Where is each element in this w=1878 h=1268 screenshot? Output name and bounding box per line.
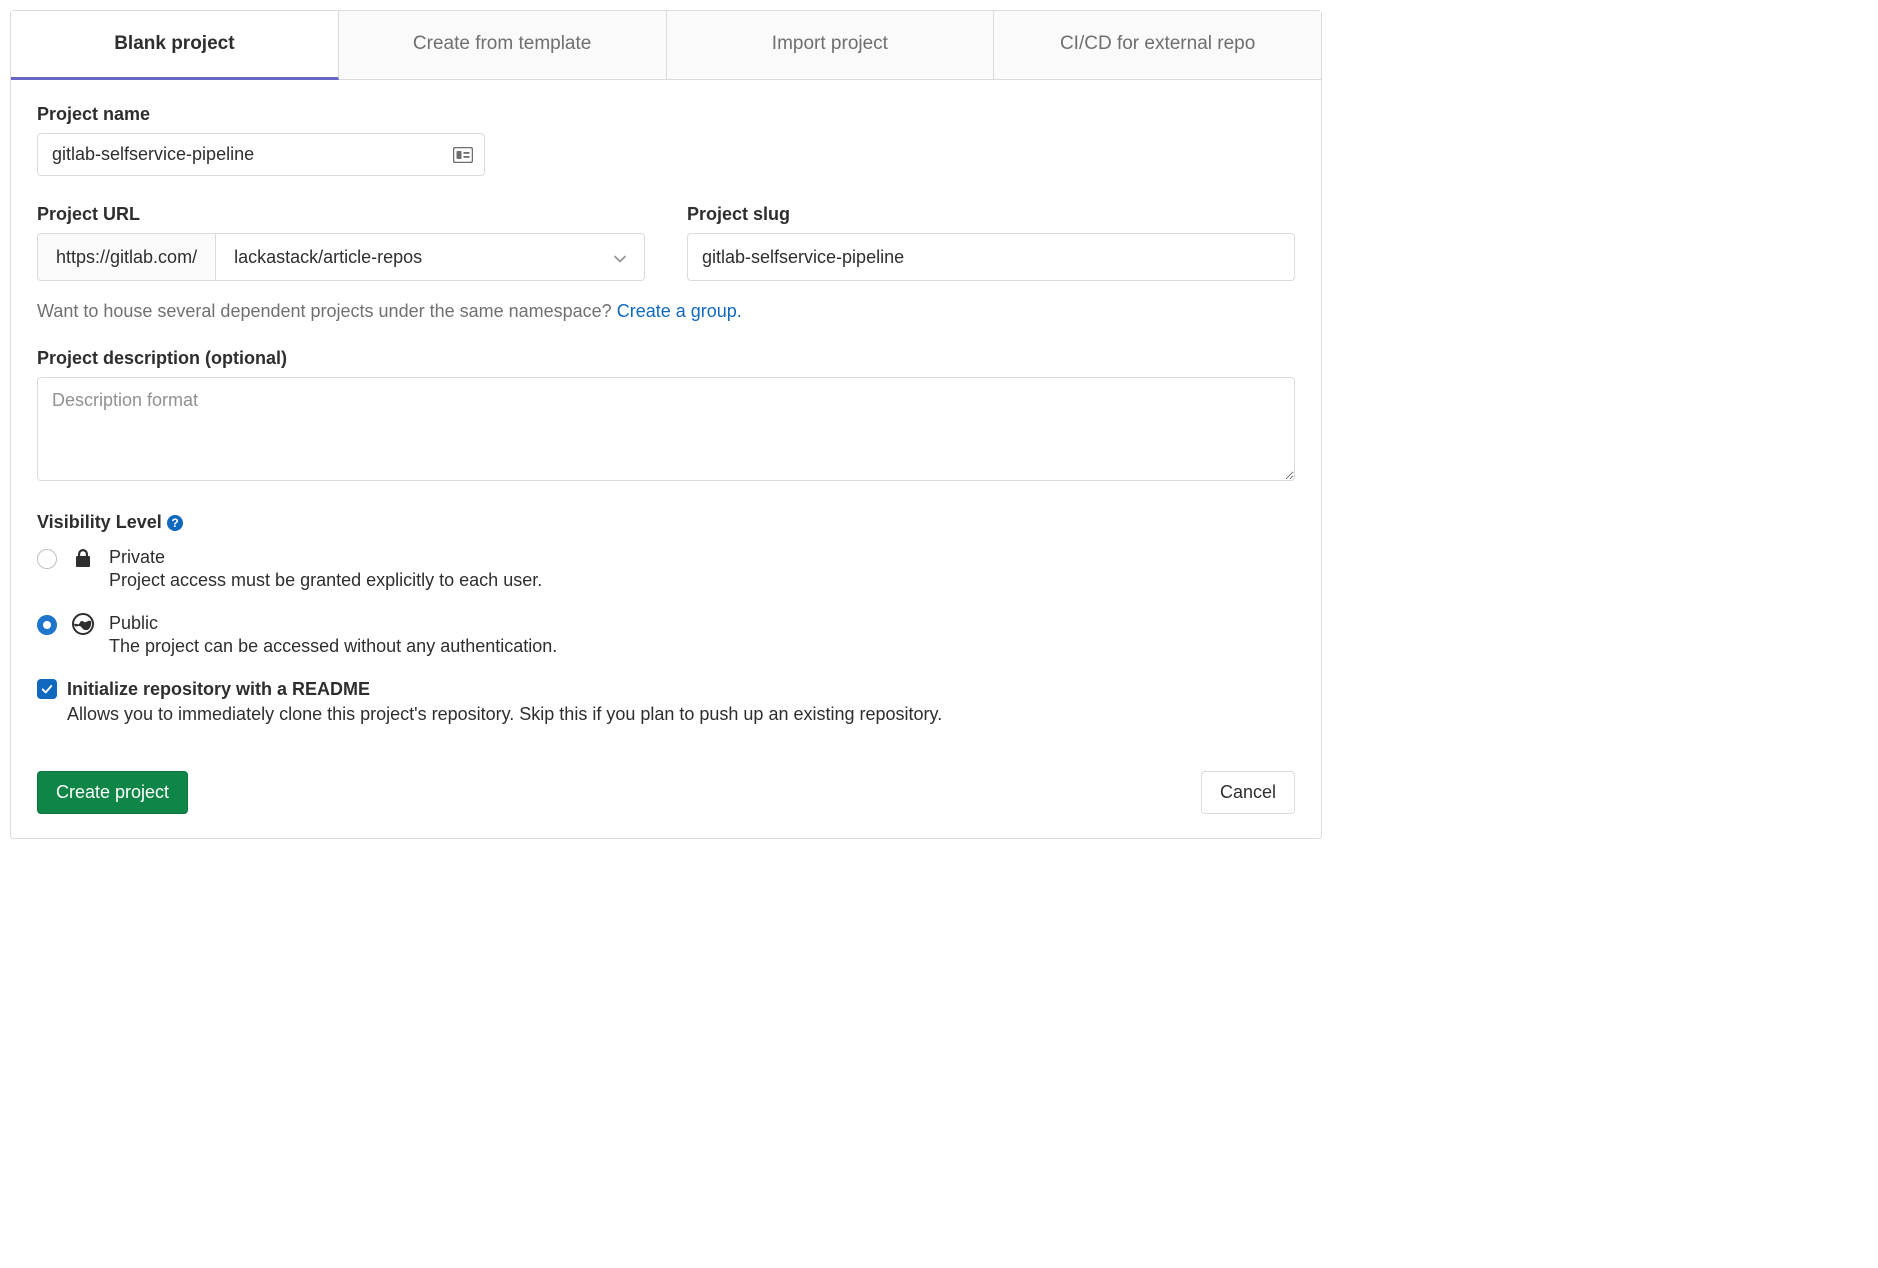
help-icon[interactable]: ? xyxy=(166,514,184,532)
form-body: Project name Project URL https://gitlab.… xyxy=(11,80,1321,838)
new-project-panel: Blank project Create from template Impor… xyxy=(10,10,1322,839)
create-group-link[interactable]: Create a group. xyxy=(617,301,742,321)
namespace-select[interactable]: lackastack/article-repos xyxy=(216,234,644,280)
project-name-input[interactable] xyxy=(37,133,485,176)
tab-blank-project[interactable]: Blank project xyxy=(11,11,339,80)
cancel-button[interactable]: Cancel xyxy=(1201,771,1295,814)
project-description-label: Project description (optional) xyxy=(37,348,1295,369)
visibility-private-row: Private Project access must be granted e… xyxy=(37,547,1295,591)
initialize-readme-desc: Allows you to immediately clone this pro… xyxy=(67,704,942,725)
project-url-label: Project URL xyxy=(37,204,645,225)
visibility-level-label: Visibility Level xyxy=(37,512,162,533)
create-project-button[interactable]: Create project xyxy=(37,771,188,814)
visibility-private-title: Private xyxy=(109,547,542,568)
project-template-icon xyxy=(453,147,473,163)
project-name-label: Project name xyxy=(37,104,1295,125)
chevron-down-icon xyxy=(614,247,626,268)
visibility-private-desc: Project access must be granted explicitl… xyxy=(109,570,542,591)
tab-import-project[interactable]: Import project xyxy=(667,11,995,79)
project-slug-input[interactable] xyxy=(687,233,1295,281)
initialize-readme-checkbox[interactable] xyxy=(37,679,57,699)
namespace-value: lackastack/article-repos xyxy=(234,247,422,268)
visibility-public-radio[interactable] xyxy=(37,615,57,635)
visibility-public-title: Public xyxy=(109,613,557,634)
visibility-private-radio[interactable] xyxy=(37,549,57,569)
project-slug-label: Project slug xyxy=(687,204,1295,225)
visibility-public-row: Public The project can be accessed witho… xyxy=(37,613,1295,657)
globe-icon xyxy=(71,612,95,639)
namespace-hint: Want to house several dependent projects… xyxy=(37,301,1295,322)
visibility-public-desc: The project can be accessed without any … xyxy=(109,636,557,657)
tab-cicd-external[interactable]: CI/CD for external repo xyxy=(994,11,1321,79)
project-url-group: https://gitlab.com/ lackastack/article-r… xyxy=(37,233,645,281)
initialize-readme-row: Initialize repository with a README Allo… xyxy=(37,679,1295,725)
form-actions: Create project Cancel xyxy=(37,771,1295,814)
initialize-readme-title: Initialize repository with a README xyxy=(67,679,942,700)
lock-icon xyxy=(71,546,95,573)
namespace-hint-text: Want to house several dependent projects… xyxy=(37,301,617,321)
tab-create-from-template[interactable]: Create from template xyxy=(339,11,667,79)
tabs: Blank project Create from template Impor… xyxy=(11,11,1321,80)
project-description-input[interactable] xyxy=(37,377,1295,481)
project-url-prefix: https://gitlab.com/ xyxy=(38,234,216,280)
svg-text:?: ? xyxy=(171,516,178,530)
